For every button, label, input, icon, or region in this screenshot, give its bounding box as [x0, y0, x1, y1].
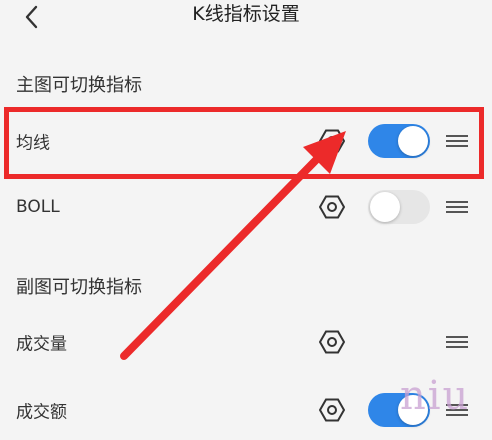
indicator-row-ma: 均线 — [0, 111, 492, 171]
indicator-row-volume: 成交量 — [0, 312, 492, 372]
indicator-label: 成交额 — [16, 402, 67, 423]
header-bar: K线指标设置 — [0, 0, 492, 44]
page-title: K线指标设置 — [192, 3, 300, 25]
indicator-label: BOLL — [16, 197, 60, 217]
section-title-sub-chart: 副图可切换指标 — [16, 277, 142, 298]
toggle-knob — [398, 126, 428, 156]
settings-icon[interactable] — [319, 329, 345, 355]
toggle-knob — [370, 192, 400, 222]
indicator-label: 成交量 — [16, 334, 67, 355]
drag-handle-icon[interactable] — [445, 334, 469, 350]
watermark: niu — [400, 373, 471, 419]
settings-icon[interactable] — [319, 194, 345, 220]
section-title-main-chart: 主图可切换指标 — [16, 75, 142, 96]
drag-handle-icon[interactable] — [445, 199, 469, 215]
settings-icon[interactable] — [319, 397, 345, 423]
settings-icon[interactable] — [319, 128, 345, 154]
indicator-row-boll: BOLL — [0, 177, 492, 237]
indicator-toggle[interactable] — [368, 124, 430, 158]
indicator-label: 均线 — [16, 133, 50, 154]
indicator-toggle[interactable] — [368, 190, 430, 224]
drag-handle-icon[interactable] — [445, 133, 469, 149]
